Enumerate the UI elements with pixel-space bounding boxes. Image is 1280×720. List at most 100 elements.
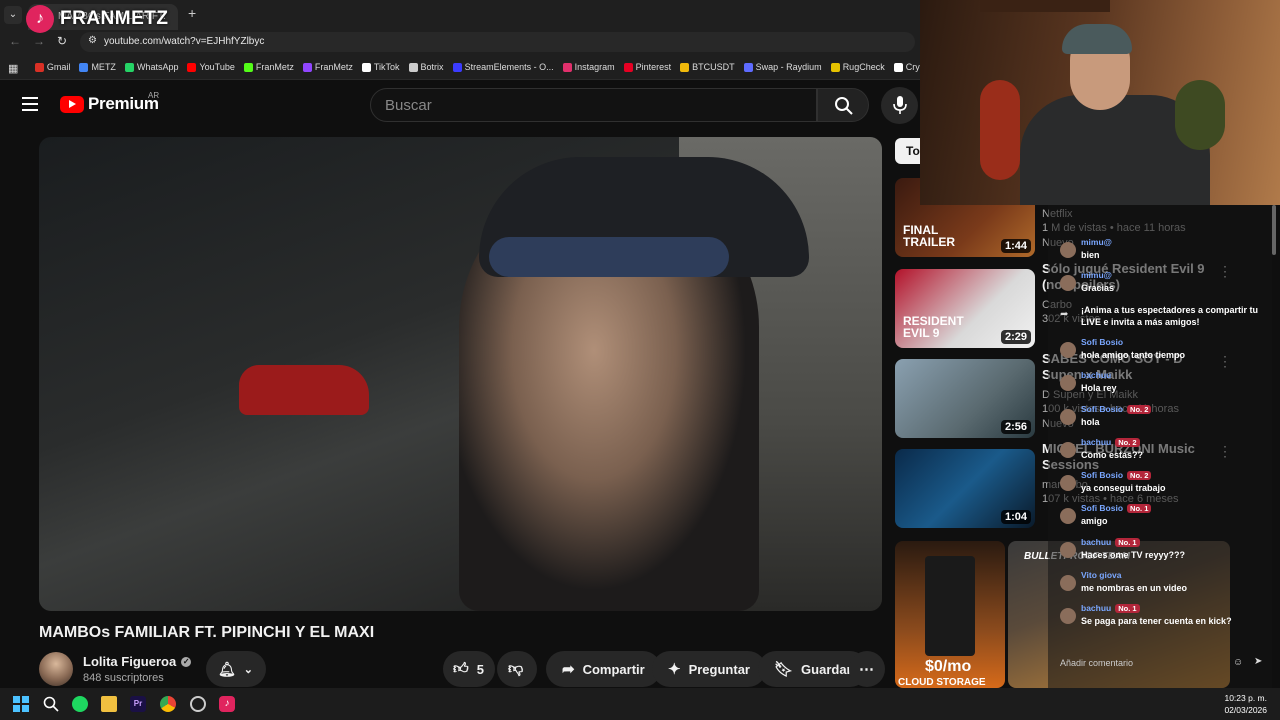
chat-username[interactable]: bachuu No. 2 <box>1081 437 1140 447</box>
search-input[interactable]: Buscar <box>370 88 817 122</box>
chat-username[interactable]: Sofi Bosio No. 2 <box>1081 470 1152 481</box>
youtube-play-icon <box>60 95 84 113</box>
bookmark-item[interactable]: FranMetz <box>243 54 294 79</box>
premiere-icon[interactable]: Pr <box>130 696 146 712</box>
chat-username[interactable]: mimu@ <box>1081 237 1112 247</box>
avatar <box>1060 575 1076 591</box>
search-button[interactable] <box>817 88 869 122</box>
chat-username[interactable]: Sofi Bosio No. 2 <box>1081 404 1152 414</box>
menu-icon[interactable] <box>22 97 38 111</box>
bookmark-favicon-icon <box>187 62 197 72</box>
like-count: 5 <box>476 661 484 677</box>
tiktok-live-icon[interactable]: ♪ <box>219 696 235 712</box>
more-actions-button[interactable]: ⋯ <box>849 651 885 687</box>
bookmark-favicon-icon <box>361 62 371 72</box>
bookmark-item[interactable]: Crypto <box>893 54 920 79</box>
video-duration: 1:04 <box>1000 510 1031 524</box>
share-button[interactable]: ➦ Compartir <box>546 651 661 687</box>
app-icon[interactable] <box>190 696 206 712</box>
bookmark-favicon-icon <box>623 62 633 72</box>
chat-message-text: Gracias <box>1081 283 1115 294</box>
apps-icon[interactable]: ▦ <box>8 55 18 79</box>
chat-username[interactable]: bachuu <box>1081 370 1111 380</box>
streamer-overlay: ♪ FRANMETZ <box>26 4 168 34</box>
channel-name[interactable]: Lolita Figueroa ✓ <box>83 654 192 669</box>
bookmark-item[interactable]: Instagram <box>562 54 615 79</box>
bookmark-item[interactable]: StreamElements - O... <box>452 54 554 79</box>
bookmark-favicon-icon <box>562 62 572 72</box>
file-explorer-icon[interactable] <box>101 696 117 712</box>
clock-date: 02/03/2026 <box>1224 705 1267 715</box>
recommendation-thumbnail[interactable]: 2:56 <box>895 359 1035 438</box>
thumbnail-text: FINAL TRAILER <box>903 223 955 249</box>
chrome-icon[interactable] <box>160 696 176 712</box>
avatar <box>1060 475 1076 492</box>
bookmark-item[interactable]: Swap - Raydium <box>743 54 822 79</box>
bookmark-label: YouTube <box>199 62 235 72</box>
channel-avatar[interactable] <box>39 652 73 686</box>
chat-message-text: hola <box>1081 416 1100 427</box>
video-duration: 1:44 <box>1000 239 1031 253</box>
avatar <box>1060 341 1076 358</box>
short-card[interactable]: $0/mo CLOUD STORAGE <box>895 541 1005 688</box>
avatar <box>1060 275 1076 292</box>
chat-username[interactable]: Sofi Bosio No. 1 <box>1081 503 1152 514</box>
bookmark-item[interactable]: FranMetz <box>302 54 353 79</box>
chat-username[interactable]: bachuu No. 1 <box>1081 603 1140 614</box>
chat-input[interactable]: Añadir comentario ☺ ➤ <box>1048 651 1272 675</box>
subscriber-count: 848 suscriptores <box>83 672 164 684</box>
recommendation-thumbnail[interactable]: RESIDENT EVIL 9 2:29 <box>895 269 1035 348</box>
ask-button[interactable]: ✦ Preguntar <box>652 651 766 687</box>
chat-scrollbar[interactable] <box>1272 205 1276 255</box>
video-player[interactable] <box>39 137 882 611</box>
recommendation-thumbnail[interactable]: 1:04 <box>895 449 1035 528</box>
chat-message-text: amigo <box>1081 516 1108 527</box>
bookmark-item[interactable]: YouTube <box>187 54 235 79</box>
bookmark-item[interactable]: Pinterest <box>623 54 671 79</box>
bookmark-item[interactable]: Botrix <box>408 54 444 79</box>
bookmark-favicon-icon <box>408 62 418 72</box>
video-duration: 2:29 <box>1000 330 1031 344</box>
reload-icon[interactable]: ↻ <box>57 34 67 48</box>
url-field[interactable]: ⚙ youtube.com/watch?v=EJHhfYZlbyc <box>80 32 915 52</box>
filter-chip-all[interactable]: To <box>895 138 920 164</box>
bookmark-item[interactable]: Gmail <box>34 54 71 79</box>
bookmark-item[interactable]: TikTok <box>361 54 400 79</box>
chat-username[interactable]: Sofi Bosio <box>1081 337 1123 347</box>
bookmark-label: RugCheck <box>842 62 885 72</box>
chat-message-text: Hola rey <box>1081 383 1117 394</box>
like-button[interactable]: 👍︎ 5 <box>443 651 495 687</box>
send-icon[interactable]: ➤ <box>1254 656 1262 667</box>
bookmark-item[interactable]: METZ <box>79 54 116 79</box>
bookmark-favicon-icon <box>680 62 690 72</box>
spotify-icon[interactable] <box>72 696 88 712</box>
tiktok-logo-icon: ♪ <box>26 5 54 33</box>
voice-search-button[interactable] <box>881 87 918 124</box>
bookmark-item[interactable]: RugCheck <box>830 54 885 79</box>
bookmark-item[interactable]: WhatsApp <box>124 54 178 79</box>
chat-username[interactable]: Vito giova <box>1081 570 1121 580</box>
chat-message: Vito giova me nombras en un video <box>1048 568 1272 600</box>
bookmark-label: FranMetz <box>314 62 353 72</box>
new-tab-button[interactable]: + <box>188 5 196 21</box>
bookmark-label: Gmail <box>46 62 71 72</box>
site-info-icon[interactable]: ⚙ <box>88 35 97 46</box>
forward-icon[interactable]: → <box>33 34 45 48</box>
webcam-overlay <box>920 0 1280 205</box>
bookmark-item[interactable]: BTCUSDT <box>680 54 735 79</box>
subscribe-bell-button[interactable]: 🔔︎ ⌄ <box>206 651 266 687</box>
chat-message-text: Como estas?? <box>1081 449 1144 460</box>
tab-list-button[interactable]: ⌄ <box>4 6 22 24</box>
chat-username[interactable]: mimu@ <box>1081 270 1112 280</box>
search-icon[interactable] <box>43 696 59 712</box>
windows-start-icon[interactable] <box>13 696 29 712</box>
region-code: AR <box>148 91 160 100</box>
webcam-shelf <box>980 0 1110 12</box>
youtube-logo[interactable]: Premium <box>60 94 159 114</box>
dislike-button[interactable]: 👎︎ <box>497 651 537 687</box>
chat-message: bachuu No. 2 Como estas?? <box>1048 435 1272 467</box>
emoji-icon[interactable]: ☺ <box>1233 657 1243 668</box>
chat-username[interactable]: bachuu No. 1 <box>1081 537 1140 547</box>
back-icon[interactable]: ← <box>9 34 21 48</box>
chat-message: Sofi Bosio No. 2 hola <box>1048 402 1272 434</box>
